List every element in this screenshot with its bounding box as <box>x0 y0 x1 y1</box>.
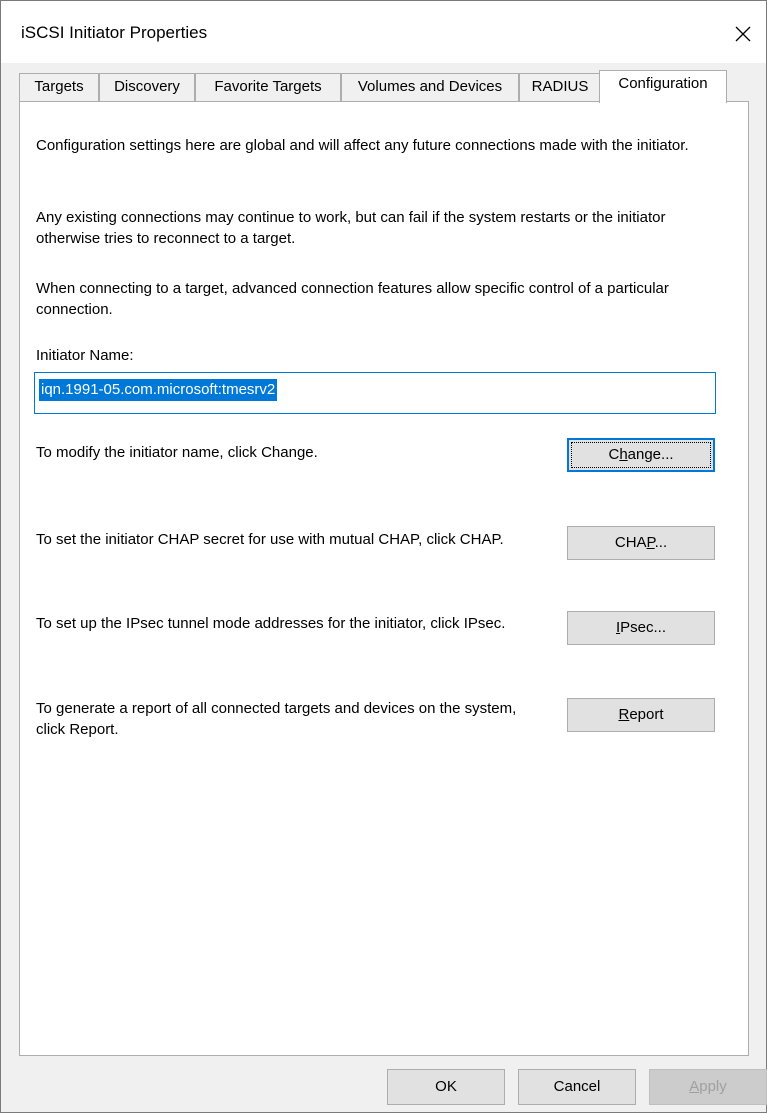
intro-text-existing: Any existing connections may continue to… <box>36 209 666 247</box>
ipsec-description: To set up the IPsec tunnel mode addresse… <box>36 615 506 632</box>
report-description: To generate a report of all connected ta… <box>36 700 517 738</box>
initiator-name-field[interactable]: iqn.1991-05.com.microsoft:tmesrv2 <box>34 372 716 414</box>
chap-description: To set the initiator CHAP secret for use… <box>36 531 504 548</box>
window-title: iSCSI Initiator Properties <box>21 23 208 42</box>
tab-radius[interactable]: RADIUS <box>519 73 601 101</box>
tab-favorite-targets[interactable]: Favorite Targets <box>195 73 341 101</box>
cancel-button[interactable]: Cancel <box>518 1069 636 1105</box>
close-icon <box>735 26 751 42</box>
ipsec-button[interactable]: IPsec... <box>567 611 715 645</box>
change-button[interactable]: Change... <box>567 438 715 472</box>
apply-button[interactable]: Apply <box>649 1069 767 1105</box>
title-bar: iSCSI Initiator Properties <box>1 1 766 63</box>
initiator-name-label: Initiator Name: <box>36 347 134 364</box>
configuration-panel: Configuration settings here are global a… <box>19 101 749 1056</box>
intro-text-global: Configuration settings here are global a… <box>36 137 689 154</box>
tab-configuration[interactable]: Configuration <box>599 70 727 103</box>
tab-volumes-and-devices[interactable]: Volumes and Devices <box>341 73 519 101</box>
dialog-window: iSCSI Initiator Properties Targets Disco… <box>0 0 767 1113</box>
tab-discovery[interactable]: Discovery <box>99 73 195 101</box>
ok-button[interactable]: OK <box>387 1069 505 1105</box>
tab-targets[interactable]: Targets <box>19 73 99 101</box>
intro-text-advanced: When connecting to a target, advanced co… <box>36 280 669 318</box>
initiator-name-value: iqn.1991-05.com.microsoft:tmesrv2 <box>39 379 278 401</box>
change-description: To modify the initiator name, click Chan… <box>36 444 318 461</box>
close-button[interactable] <box>720 11 766 57</box>
report-button[interactable]: Report <box>567 698 715 732</box>
chap-button[interactable]: CHAP... <box>567 526 715 560</box>
